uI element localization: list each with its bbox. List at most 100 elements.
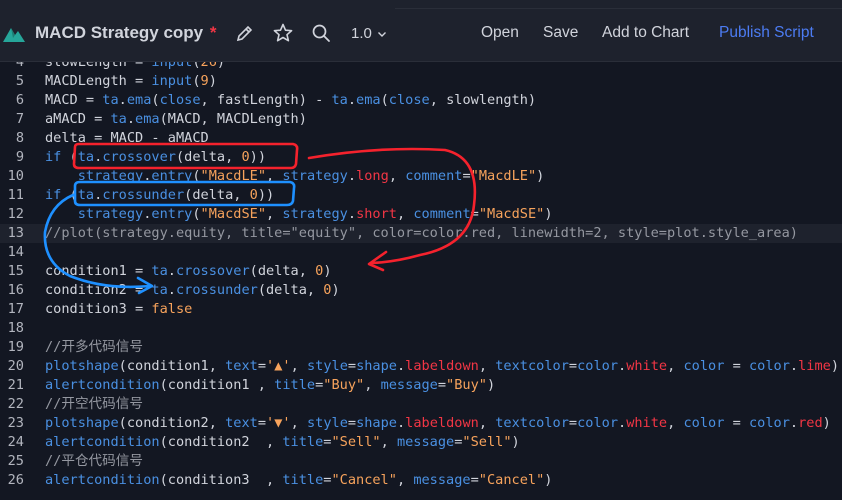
code-token: ta: [151, 282, 168, 298]
code-token: =: [437, 377, 447, 393]
code-line-26[interactable]: 26 alertcondition(condition3 , title="Can…: [0, 471, 842, 490]
code-token: .: [126, 111, 136, 127]
code-token: strategy: [282, 168, 348, 184]
pencil-icon[interactable]: [234, 22, 256, 44]
code-token: .: [618, 358, 627, 374]
code-token: strategy: [282, 206, 348, 222]
code-token: =: [568, 415, 578, 431]
code-token: ema: [126, 92, 152, 108]
code-token: (condition1 ,: [159, 377, 275, 393]
code-token: white: [626, 415, 668, 431]
open-button[interactable]: Open: [481, 24, 519, 42]
code-token: "Sell": [331, 434, 381, 450]
code-token: ema: [135, 111, 160, 127]
code-line-24[interactable]: 24 alertcondition(condition2 , title="Sel…: [0, 433, 842, 452]
code-token: ): [511, 434, 520, 450]
code-token: crossover: [175, 263, 250, 279]
line-number: 22: [7, 396, 24, 412]
code-line-25[interactable]: 25 //平仓代码信号: [0, 452, 842, 471]
code-line-12[interactable]: 12 strategy.entry("MacdSE", strategy.sho…: [0, 205, 842, 224]
version-dropdown[interactable]: 1.0: [351, 25, 388, 42]
line-number: 24: [7, 434, 24, 450]
chevron-down-icon: [377, 31, 386, 37]
code-token: ,: [364, 377, 381, 393]
code-token: shape: [356, 415, 397, 431]
code-token: ): [544, 206, 553, 222]
code-line-17[interactable]: 17 condition3 = false: [0, 300, 842, 319]
code-line-13[interactable]: 13 //plot(strategy.equity, title="equity"…: [0, 224, 842, 243]
save-button[interactable]: Save: [543, 24, 578, 42]
code-text: if (ta.crossover(delta, 0)): [45, 148, 266, 167]
code-line-23[interactable]: 23 plotshape(condition2, text='▼', style=…: [0, 414, 842, 433]
code-text: plotshape(condition1, text='▲', style=sh…: [45, 357, 839, 376]
code-line-6[interactable]: 6 MACD = ta.ema(close, fastLength) - ta.e…: [0, 91, 842, 110]
code-line-21[interactable]: 21 alertcondition(condition1 , title="Buy…: [0, 376, 842, 395]
code-token: "MacdLE": [470, 168, 537, 184]
code-token: ): [208, 73, 217, 89]
code-text: strategy.entry("MacdSE", strategy.short,…: [45, 205, 553, 224]
code-token: "Buy": [446, 377, 487, 393]
code-token: ,: [478, 358, 496, 374]
code-token: .: [347, 92, 357, 108]
code-line-16[interactable]: 16 condition2 = ta.crossunder(delta, 0): [0, 281, 842, 300]
line-number: 8: [15, 130, 24, 146]
line-number: 11: [7, 187, 24, 203]
code-line-9[interactable]: 9 if (ta.crossover(delta, 0)): [0, 148, 842, 167]
code-token: "MacdLE": [200, 168, 267, 184]
code-token: ,: [290, 358, 307, 374]
code-token: color: [577, 415, 618, 431]
code-token: shape: [356, 358, 397, 374]
code-line-7[interactable]: 7 aMACD = ta.ema(MACD, MACDLength): [0, 110, 842, 129]
code-token: strategy: [77, 206, 144, 222]
code-line-8[interactable]: 8 delta = MACD - aMACD: [0, 129, 842, 148]
code-token: =: [470, 206, 479, 222]
code-token: ,: [396, 206, 414, 222]
code-line-19[interactable]: 19 //开多代码信号: [0, 338, 842, 357]
code-text: if (ta.crossunder(delta, 0)): [45, 186, 274, 205]
code-token: ,: [380, 434, 397, 450]
code-line-11[interactable]: 11 if (ta.crossunder(delta, 0)): [0, 186, 842, 205]
code-token: color: [577, 358, 618, 374]
code-token: if: [45, 149, 62, 165]
code-line-10[interactable]: 10 strategy.entry("MacdLE", strategy.lon…: [0, 167, 842, 186]
publish-script-button[interactable]: Publish Script: [719, 24, 814, 42]
editor-toolbar: MACD Strategy copy * 1.0 Open Save Add t…: [0, 0, 842, 62]
code-token: crossover: [102, 149, 176, 165]
code-token: "Buy": [323, 377, 365, 393]
code-text: condition1 = ta.crossover(delta, 0): [45, 262, 332, 281]
script-title[interactable]: MACD Strategy copy *: [35, 23, 217, 43]
code-token: ,: [667, 415, 684, 431]
code-token: plotshape: [45, 415, 119, 431]
code-line-15[interactable]: 15 condition1 = ta.crossover(delta, 0): [0, 262, 842, 281]
code-token: ,: [266, 168, 283, 184]
line-number: 5: [15, 73, 24, 89]
code-token: MACD =: [45, 92, 103, 108]
code-token: .: [118, 92, 127, 108]
code-token: close: [388, 92, 430, 108]
code-line-18[interactable]: 18: [0, 319, 842, 338]
code-token: input: [151, 62, 193, 70]
search-icon[interactable]: [310, 22, 332, 44]
code-token: title: [274, 377, 316, 393]
code-line-14[interactable]: 14: [0, 243, 842, 262]
code-token: long: [356, 168, 389, 184]
code-text: condition3 = false: [45, 300, 192, 319]
code-token: strategy: [77, 168, 144, 184]
code-line-22[interactable]: 22 //开空代码信号: [0, 395, 842, 414]
code-token: ta: [331, 92, 348, 108]
line-number: 16: [7, 282, 24, 298]
code-editor[interactable]: 4 slowLength = input(26) 5 MACDLength = inp…: [0, 62, 842, 500]
line-number: 10: [7, 168, 24, 184]
code-token: ta: [77, 187, 95, 203]
code-token: "MacdSE": [478, 206, 545, 222]
code-line-5[interactable]: 5 MACDLength = input(9): [0, 72, 842, 91]
code-token: .: [347, 168, 357, 184]
add-to-chart-button[interactable]: Add to Chart: [602, 24, 689, 42]
code-line-20[interactable]: 20 plotshape(condition1, text='▲', style=…: [0, 357, 842, 376]
code-line-4[interactable]: 4 slowLength = input(26): [0, 62, 842, 72]
code-token: color: [683, 358, 725, 374]
code-token: ): [822, 415, 831, 431]
code-token: (: [192, 73, 201, 89]
star-icon[interactable]: [272, 22, 294, 44]
